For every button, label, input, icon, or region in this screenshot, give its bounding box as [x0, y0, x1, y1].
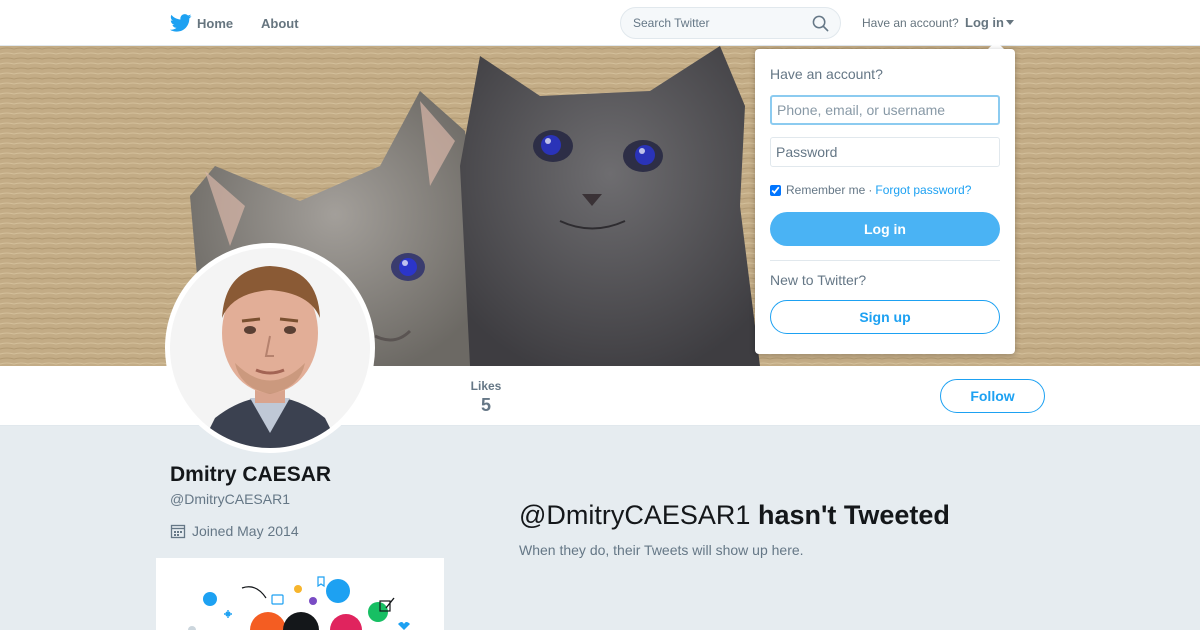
- avatar[interactable]: [165, 243, 375, 453]
- signup-button[interactable]: Sign up: [770, 300, 1000, 334]
- nav-about-link[interactable]: About: [261, 0, 299, 46]
- nav-home-label: Home: [197, 15, 234, 31]
- nav-home-link[interactable]: Home: [170, 0, 233, 46]
- forgot-password-link[interactable]: Forgot password?: [875, 183, 971, 197]
- login-button[interactable]: Log in: [770, 212, 1000, 246]
- login-dropdown-toggle[interactable]: Log in: [965, 15, 1014, 30]
- joined-text: Joined May 2014: [192, 523, 299, 539]
- login-toggle-label: Log in: [965, 15, 1004, 30]
- dropdown-heading: Have an account?: [770, 66, 883, 82]
- profile-name: Dmitry CAESAR: [170, 463, 332, 486]
- login-dropdown: Have an account? Remember me · Forgot pa…: [755, 49, 1015, 354]
- empty-timeline-subtext: When they do, their Tweets will show up …: [519, 542, 804, 558]
- top-nav: Home About Have an account? Log in: [0, 0, 1200, 46]
- caret-down-icon: [1006, 20, 1014, 25]
- stat-likes-value: 5: [480, 395, 491, 415]
- remember-row: Remember me · Forgot password?: [770, 183, 971, 197]
- remember-me-checkbox[interactable]: [770, 184, 781, 196]
- password-field[interactable]: [770, 137, 1000, 167]
- dropdown-pointer: [988, 41, 1004, 49]
- empty-timeline-message: hasn't Tweeted: [757, 500, 950, 530]
- dropdown-divider: [770, 260, 1000, 261]
- username-field[interactable]: [770, 95, 1000, 125]
- remember-separator: ·: [868, 183, 873, 197]
- media-card: [156, 558, 444, 630]
- follow-button[interactable]: Follow: [940, 379, 1045, 413]
- empty-timeline-title: @DmitryCAESAR1 hasn't Tweeted: [519, 500, 950, 531]
- search-input[interactable]: [633, 14, 813, 32]
- search-box: [620, 7, 841, 39]
- empty-timeline-handle: @DmitryCAESAR1: [519, 500, 751, 530]
- have-account-text: Have an account?: [862, 16, 959, 30]
- joined-date: Joined May 2014: [170, 523, 299, 539]
- avatar-photo: [170, 248, 370, 448]
- profile-handle: @DmitryCAESAR1: [170, 491, 291, 507]
- new-to-twitter-text: New to Twitter?: [770, 272, 867, 288]
- twitter-bird-icon: [170, 14, 192, 32]
- stat-likes[interactable]: Likes 5: [470, 379, 502, 416]
- media-card-illustration: [188, 576, 410, 630]
- stat-likes-label: Likes: [470, 379, 502, 393]
- remember-me-label: Remember me: [786, 183, 866, 197]
- calendar-icon: [170, 524, 186, 539]
- search-icon[interactable]: [812, 15, 829, 32]
